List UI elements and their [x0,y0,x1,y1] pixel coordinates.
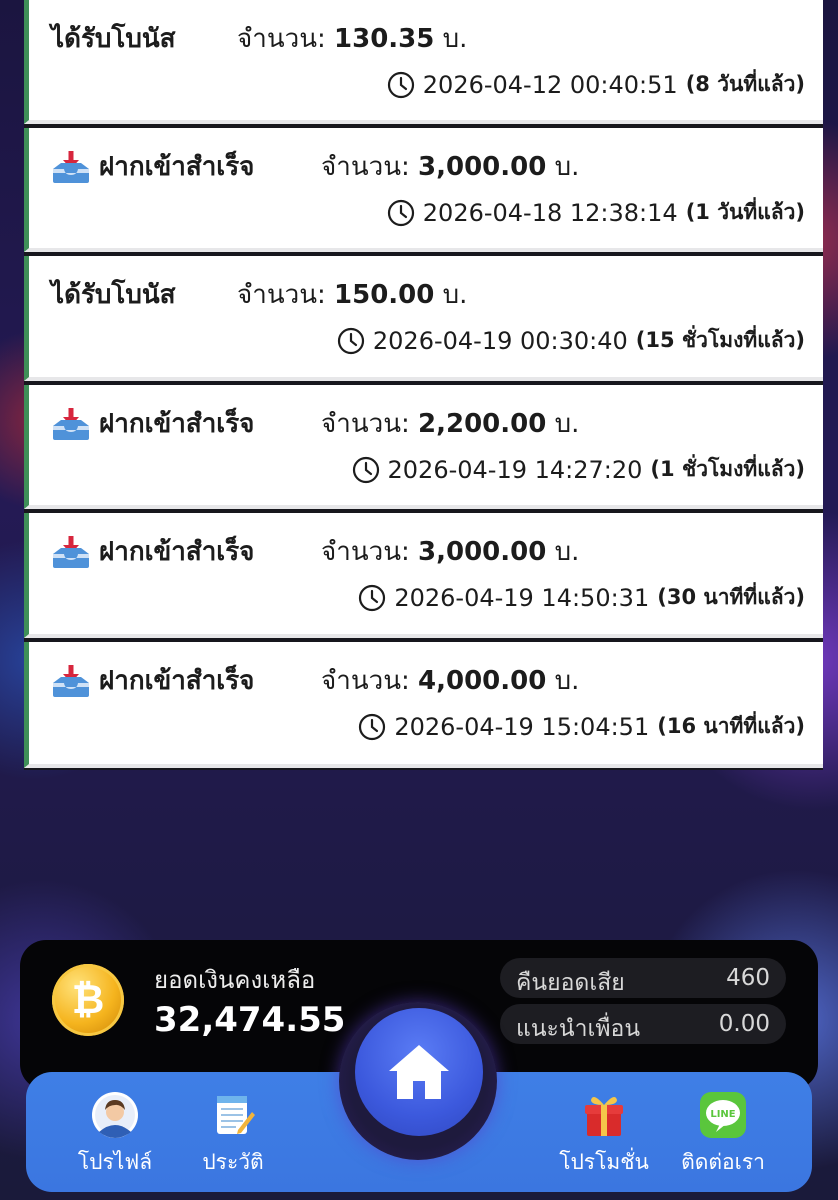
inbox-tray-icon [51,149,91,185]
inbox-tray-icon [51,663,91,699]
nav-promotion-label: โปรโมชั่น [559,1150,649,1174]
amount-value: 130.35 [334,24,435,54]
coin-icon: ₿ [52,964,124,1036]
transaction-type-label: ได้รับโบนัส [51,280,176,310]
timestamp: 2026-04-19 15:04:51 [394,712,650,741]
transaction-time: 2026-04-19 15:04:51 (16 นาทีที่แล้ว) [358,710,805,743]
amount-label: จำนวน: [321,666,410,696]
clock-icon [387,71,415,99]
relative-time: (15 ชั่วโมงที่แล้ว) [635,328,805,352]
amount-value: 4,000.00 [418,666,547,696]
clock-icon [387,199,415,227]
balance-value: 32,474.55 [154,1000,346,1040]
referral-label: แนะนำเพื่อน [516,1016,641,1042]
amount-value: 3,000.00 [418,537,547,567]
amount-unit: บ. [554,152,580,182]
home-icon [389,1045,449,1099]
amount-unit: บ. [442,280,468,310]
clock-icon [358,584,386,612]
referral-value: 0.00 [718,1011,770,1037]
timestamp: 2026-04-19 00:30:40 [372,326,628,355]
nav-contact[interactable]: LINE ติดต่อเรา [668,1090,778,1179]
transaction-time: 2026-04-19 00:30:40 (15 ชั่วโมงที่แล้ว) [337,324,805,357]
relative-time: (1 วันที่แล้ว) [685,200,805,224]
timestamp: 2026-04-19 14:27:20 [387,455,643,484]
transaction-time: 2026-04-19 14:27:20 (1 ชั่วโมงที่แล้ว) [352,453,805,486]
clock-icon [358,713,386,741]
amount-label: จำนวน: [237,24,326,54]
relative-time: (8 วันที่แล้ว) [685,72,805,96]
transaction-type: ฝากเข้าสำเร็จ [51,146,254,187]
transaction-amount: จำนวน: 3,000.00 บ. [321,146,579,187]
notepad-icon [217,1096,255,1134]
nav-profile-label: โปรไฟล์ [77,1150,153,1174]
transaction-card: ได้รับโบนัส จำนวน: 150.00 บ. 2026-04-19 00… [24,256,823,381]
transaction-amount: จำนวน: 4,000.00 บ. [321,660,579,701]
transaction-card: ฝากเข้าสำเร็จ จำนวน: 4,000.00 บ. 2026-04-1… [24,642,823,768]
amount-unit: บ. [554,409,580,439]
nav-history-label: ประวัติ [202,1150,264,1174]
transaction-type-label: ฝากเข้าสำเร็จ [99,152,255,182]
coin-symbol: ₿ [71,977,105,1023]
transaction-time: 2026-04-12 00:40:51 (8 วันที่แล้ว) [387,68,805,101]
transaction-time: 2026-04-19 14:50:31 (30 นาทีที่แล้ว) [358,581,805,614]
amount-value: 3,000.00 [418,152,547,182]
amount-label: จำนวน: [237,280,326,310]
nav-history[interactable]: ประวัติ [178,1090,288,1179]
line-app-text: LINE [710,1109,735,1120]
transaction-card: ได้รับโบนัส จำนวน: 130.35 บ. 2026-04-12 00… [24,0,823,124]
timestamp: 2026-04-19 14:50:31 [394,583,650,612]
clock-icon [337,327,365,355]
relative-time: (16 นาทีที่แล้ว) [657,714,805,738]
amount-value: 150.00 [334,280,435,310]
timestamp: 2026-04-12 00:40:51 [422,70,678,99]
transaction-type-label: ฝากเข้าสำเร็จ [99,666,255,696]
transaction-type: ฝากเข้าสำเร็จ [51,403,254,444]
transaction-amount: จำนวน: 130.35 บ. [237,18,467,59]
referral-pill[interactable]: แนะนำเพื่อน 0.00 [500,1004,786,1044]
cashback-value: 460 [726,965,770,991]
transaction-type: ฝากเข้าสำเร็จ [51,660,254,701]
inbox-tray-icon [51,534,91,570]
amount-label: จำนวน: [321,409,410,439]
transaction-type: ได้รับโบนัส [51,18,176,59]
transaction-type-label: ได้รับโบนัส [51,24,176,54]
transaction-type-label: ฝากเข้าสำเร็จ [99,409,255,439]
inbox-tray-icon [51,406,91,442]
home-button[interactable] [355,1008,483,1136]
transaction-time: 2026-04-18 12:38:14 (1 วันที่แล้ว) [387,196,805,229]
amount-unit: บ. [554,666,580,696]
amount-label: จำนวน: [321,152,410,182]
gift-icon [585,1096,623,1136]
transaction-type-label: ฝากเข้าสำเร็จ [99,537,255,567]
cashback-label: คืนยอดเสีย [516,970,625,996]
amount-unit: บ. [554,537,580,567]
line-app-icon: LINE [700,1092,746,1138]
profile-avatar-icon [92,1092,138,1138]
transaction-amount: จำนวน: 2,200.00 บ. [321,403,579,444]
relative-time: (1 ชั่วโมงที่แล้ว) [650,457,805,481]
timestamp: 2026-04-18 12:38:14 [422,198,678,227]
transaction-amount: จำนวน: 3,000.00 บ. [321,531,579,572]
transaction-type: ฝากเข้าสำเร็จ [51,531,254,572]
amount-label: จำนวน: [321,537,410,567]
transaction-type: ได้รับโบนัส [51,274,176,315]
transaction-card: ฝากเข้าสำเร็จ จำนวน: 3,000.00 บ. 2026-04-1… [24,513,823,638]
nav-contact-label: ติดต่อเรา [681,1150,765,1174]
balance-label: ยอดเงินคงเหลือ [154,966,316,994]
clock-icon [352,456,380,484]
nav-profile[interactable]: โปรไฟล์ [60,1090,170,1179]
amount-value: 2,200.00 [418,409,547,439]
transaction-card: ฝากเข้าสำเร็จ จำนวน: 2,200.00 บ. 2026-04-1… [24,385,823,509]
cashback-pill[interactable]: คืนยอดเสีย 460 [500,958,786,998]
transaction-card: ฝากเข้าสำเร็จ จำนวน: 3,000.00 บ. 2026-04-1… [24,128,823,252]
amount-unit: บ. [442,24,468,54]
relative-time: (30 นาทีที่แล้ว) [657,585,805,609]
transaction-amount: จำนวน: 150.00 บ. [237,274,467,315]
nav-promotion[interactable]: โปรโมชั่น [549,1090,659,1179]
